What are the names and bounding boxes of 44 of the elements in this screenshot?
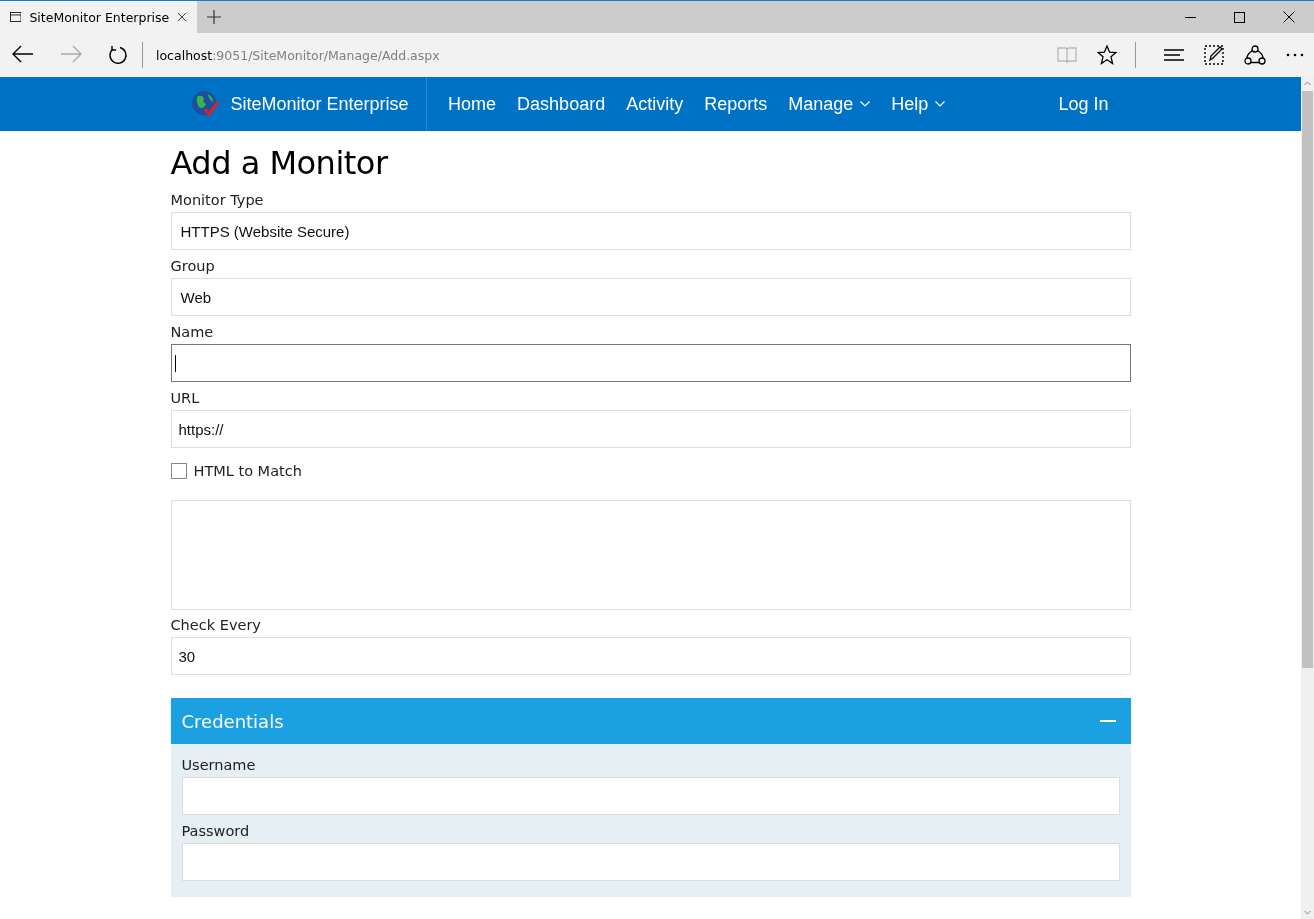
page-title: Add a Monitor <box>170 143 389 183</box>
input-field[interactable]: https:// <box>170 410 1131 448</box>
login-link[interactable]: Log In <box>1058 93 1109 115</box>
field-label: Name <box>170 323 215 342</box>
maximize-icon[interactable] <box>1234 11 1245 23</box>
field-label: Username <box>181 756 257 775</box>
refresh-icon[interactable] <box>108 45 128 65</box>
close-icon[interactable] <box>1283 11 1295 23</box>
new-tab-icon[interactable] <box>207 10 221 24</box>
input-field[interactable]: 30 <box>170 637 1131 675</box>
share-icon[interactable] <box>1244 45 1266 65</box>
field-label: Password <box>181 822 251 841</box>
field-label: Check Every <box>170 616 262 635</box>
brand-name[interactable]: SiteMonitor Enterprise <box>230 93 409 115</box>
hub-icon[interactable] <box>1164 48 1184 62</box>
panel-header[interactable]: Credentials <box>170 698 1131 744</box>
star-icon[interactable] <box>1097 45 1117 65</box>
scrollbar[interactable] <box>1301 77 1314 919</box>
field-label: Group <box>170 257 216 276</box>
nav-dropdown[interactable]: Help <box>880 89 956 119</box>
caret-icon <box>860 101 871 107</box>
more-icon[interactable] <box>1286 53 1304 57</box>
select-field[interactable]: HTTPS (Website Secure) <box>170 212 1131 250</box>
nav-link[interactable]: Home <box>437 89 507 119</box>
nav-dropdown[interactable]: Manage <box>777 89 881 119</box>
checkbox[interactable] <box>170 463 187 479</box>
caret-icon <box>935 101 946 107</box>
nav-link[interactable]: Activity <box>615 89 694 119</box>
field-label: Monitor Type <box>170 191 265 210</box>
checkbox-label: HTML to Match <box>193 463 302 479</box>
input-field[interactable] <box>170 344 1131 382</box>
nav-link[interactable]: Reports <box>693 89 778 119</box>
globe-check-logo[interactable] <box>190 90 219 118</box>
close-tab-icon[interactable] <box>177 11 187 23</box>
back-icon[interactable] <box>12 45 34 63</box>
panel-title: Credentials <box>181 710 284 732</box>
field-label: URL <box>170 389 201 408</box>
tab-page-icon <box>10 11 22 23</box>
nav-link[interactable]: Dashboard <box>506 89 616 119</box>
text-cursor <box>174 354 176 372</box>
minus-icon[interactable] <box>1099 720 1116 722</box>
select-field[interactable]: Web <box>170 278 1131 316</box>
pen-note-icon[interactable] <box>1204 45 1224 65</box>
browser-tab[interactable]: SiteMonitor Enterprise <box>0 1 197 33</box>
